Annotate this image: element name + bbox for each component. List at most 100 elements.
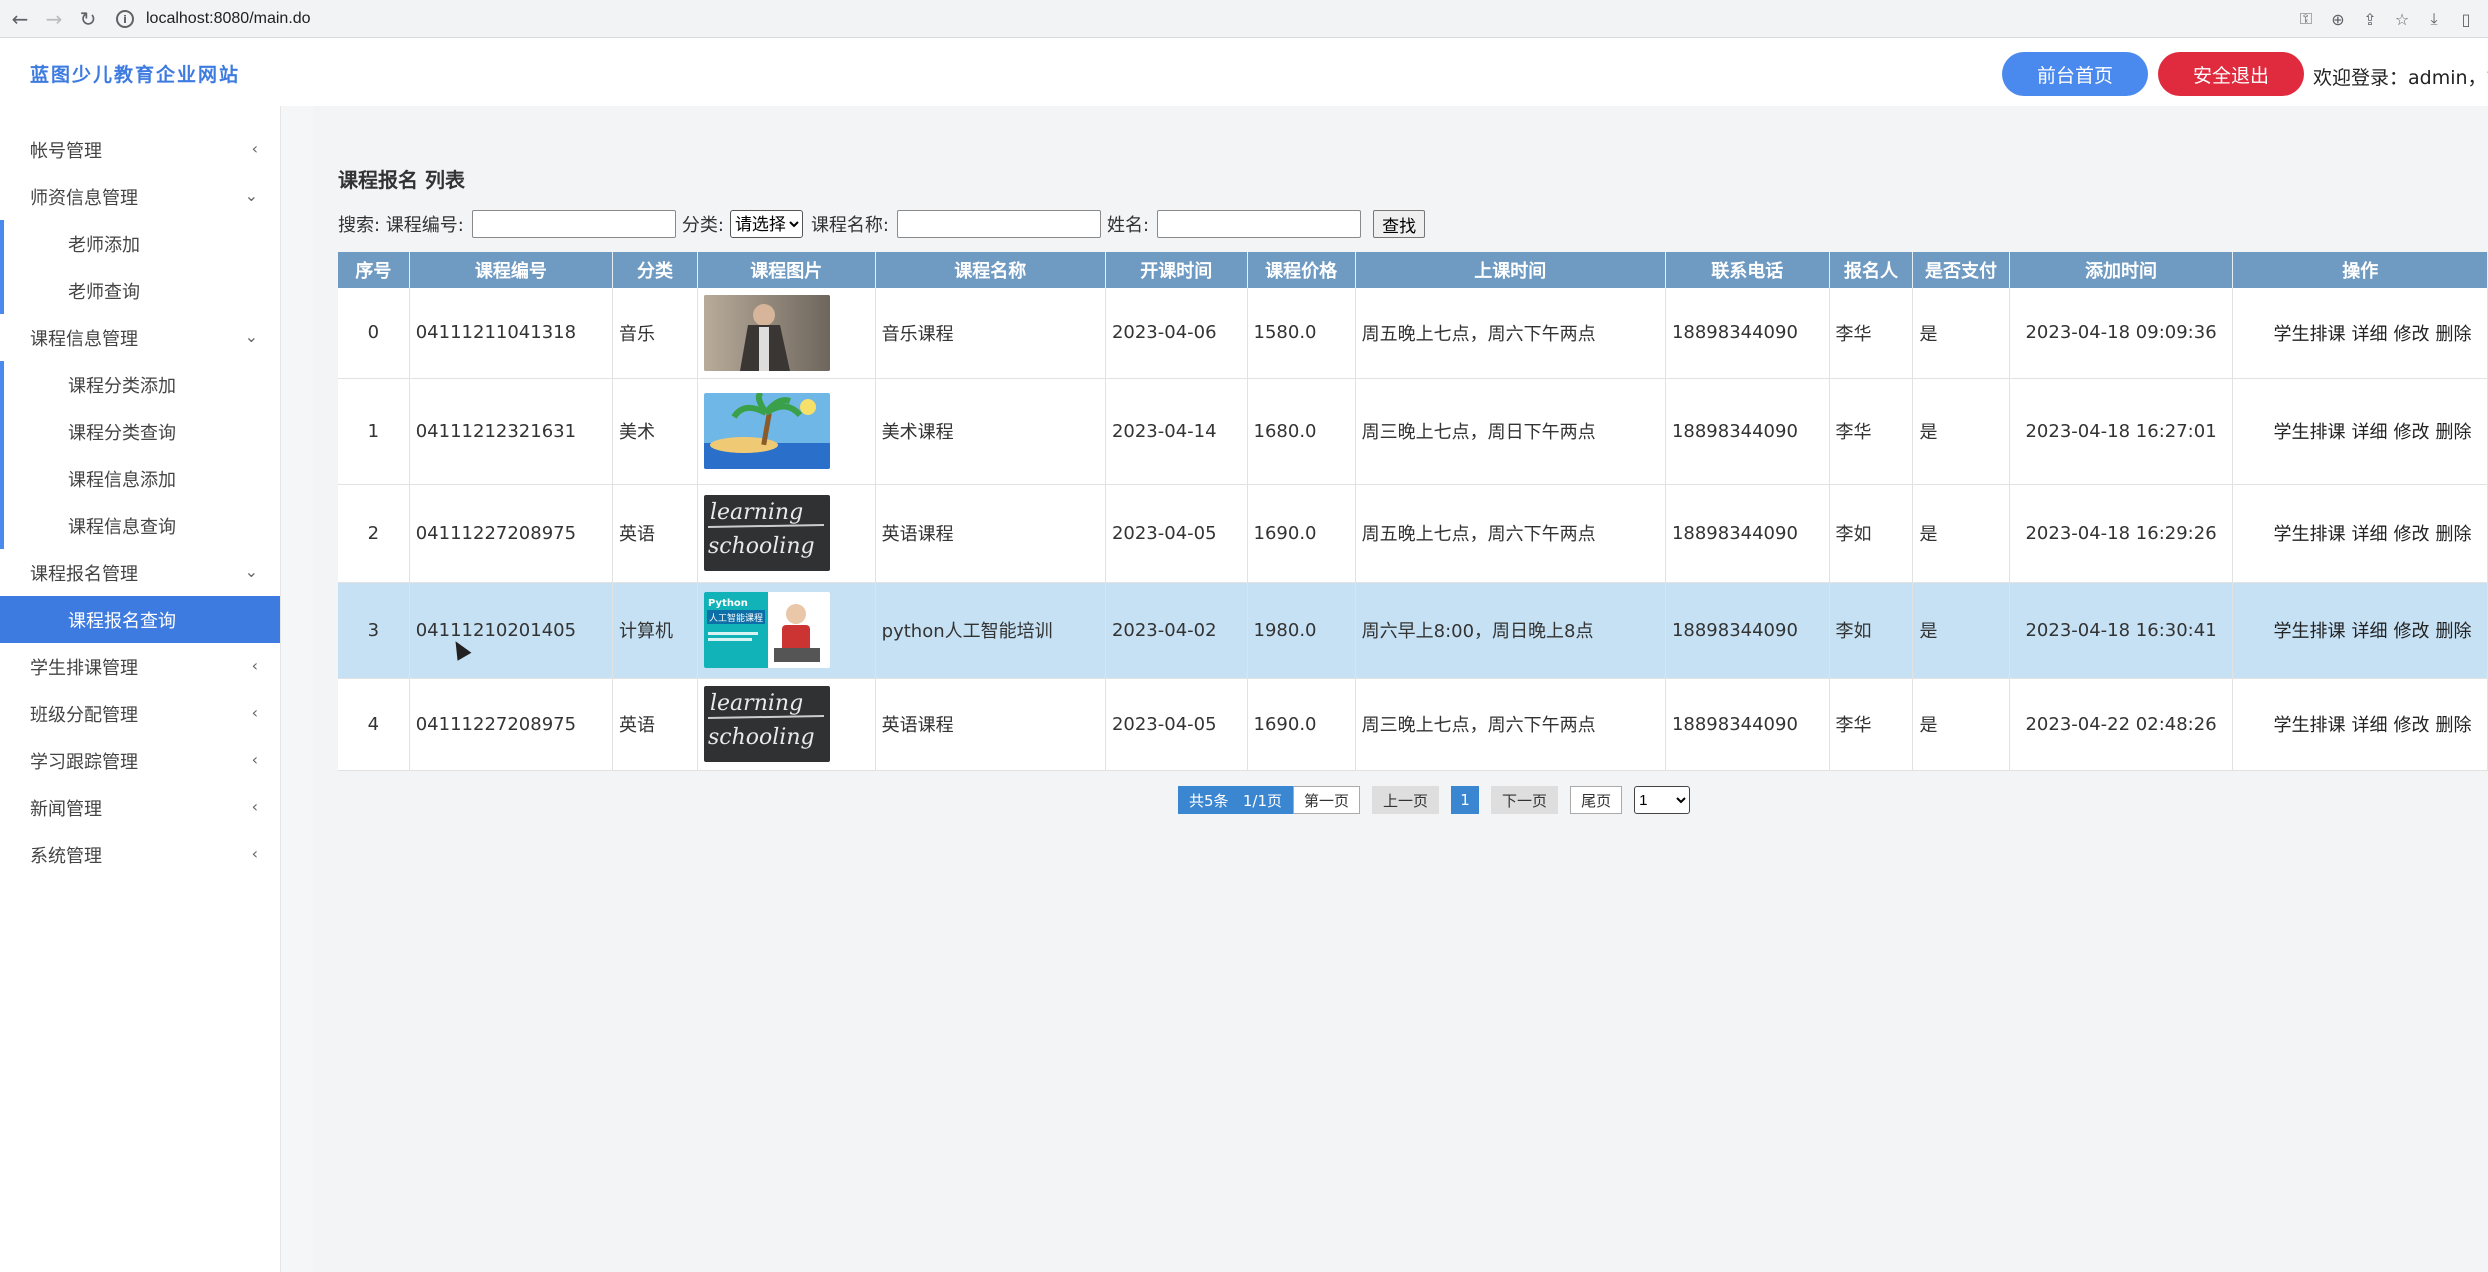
detail-link[interactable]: 详细 (2351, 418, 2387, 444)
col-header[interactable]: 是否支付 (1912, 252, 2010, 288)
detail-link[interactable]: 详细 (2351, 711, 2387, 737)
col-header[interactable]: 课程图片 (697, 252, 876, 288)
cell-paid: 是 (1912, 378, 2010, 485)
page-select[interactable]: 1 (1634, 786, 1691, 814)
thumb-word-learning: learning (710, 500, 803, 525)
col-header[interactable]: 课程名称 (875, 252, 1106, 288)
schedule-link[interactable]: 学生排课 (2273, 520, 2345, 546)
main-content: 课程报名 列表 搜索: 课程编号: 分类: 请选择 课程名称: 姓名: 查找 序… (313, 106, 2488, 1272)
zoom-icon[interactable]: ⊕ (2322, 6, 2354, 32)
edit-link[interactable]: 修改 (2393, 711, 2429, 737)
col-header[interactable]: 分类 (612, 252, 698, 288)
col-header[interactable]: 开课时间 (1105, 252, 1248, 288)
key-icon[interactable]: ⚿ (2290, 6, 2322, 32)
schedule-link[interactable]: 学生排课 (2273, 320, 2345, 346)
sidebar-item-classes[interactable]: 班级分配管理 ‹ (0, 690, 280, 737)
col-header[interactable]: 课程编号 (409, 252, 613, 288)
name-input[interactable] (1157, 210, 1362, 238)
detail-link[interactable]: 详细 (2351, 320, 2387, 346)
sidebar-item-course-add[interactable]: 课程信息添加 (0, 455, 280, 502)
col-header[interactable]: 添加时间 (2009, 252, 2234, 288)
download-icon[interactable]: ⤓ (2418, 6, 2450, 32)
delete-link[interactable]: 删除 (2435, 320, 2471, 346)
col-header[interactable]: 序号 (338, 252, 410, 288)
course-thumbnail[interactable]: Python 人工智能课程 (703, 592, 830, 668)
reload-icon[interactable]: ↻ (74, 5, 102, 33)
logout-button[interactable]: 安全退出 (2158, 52, 2304, 96)
browser-toolbar: ← → ↻ i localhost:8080/main.do ⚿ ⊕ ⇪ ☆ ⤓… (0, 0, 2488, 38)
last-page-button[interactable]: 尾页 (1570, 786, 1623, 814)
cell-course-name: 音乐课程 (875, 288, 1106, 379)
delete-link[interactable]: 删除 (2435, 418, 2471, 444)
address-bar[interactable]: i localhost:8080/main.do (104, 4, 2274, 34)
category-select[interactable]: 请选择 (729, 210, 803, 238)
site-brand[interactable]: 蓝图少儿教育企业网站 (30, 60, 240, 87)
course-thumbnail[interactable] (703, 294, 830, 371)
cell-class-time: 周三晚上七点，周日下午两点 (1355, 378, 1666, 485)
sidebar-item-teacher-query[interactable]: 老师查询 (0, 267, 280, 314)
chevron-down-icon: ⌄ (244, 186, 258, 205)
edit-link[interactable]: 修改 (2393, 617, 2429, 643)
cell-index: 4 (338, 678, 410, 771)
cell-index: 1 (338, 378, 410, 485)
gutter (281, 106, 313, 1272)
table-row: 4 04111227208975 英语 learning schooling 英语课程 20… (338, 678, 2488, 771)
delete-link[interactable]: 删除 (2435, 711, 2471, 737)
sidebar-item-system[interactable]: 系统管理 ‹ (0, 831, 280, 878)
sidebar-item-tracking[interactable]: 学习跟踪管理 ‹ (0, 737, 280, 784)
sidebar-item-teachers[interactable]: 师资信息管理 ⌄ (0, 173, 280, 220)
share-icon[interactable]: ⇪ (2354, 6, 2386, 32)
cell-actions: 学生排课 详细 修改 删除 (2232, 678, 2488, 771)
course-thumbnail[interactable] (703, 393, 830, 469)
welcome-text: 欢迎登录：admin，管 (2313, 67, 2488, 89)
cell-actions: 学生排课 详细 修改 删除 (2232, 288, 2488, 379)
sidebar-item-teacher-add[interactable]: 老师添加 (0, 220, 280, 267)
sidebar-icon[interactable]: ▯ (2450, 6, 2482, 32)
edit-link[interactable]: 修改 (2393, 520, 2429, 546)
sidebar-item-category-add[interactable]: 课程分类添加 (0, 361, 280, 408)
forward-icon[interactable]: → (40, 5, 68, 33)
sidebar-item-category-query[interactable]: 课程分类查询 (0, 408, 280, 455)
sidebar-item-course-query[interactable]: 课程信息查询 (0, 502, 280, 549)
schedule-link[interactable]: 学生排课 (2273, 711, 2345, 737)
edit-link[interactable]: 修改 (2393, 320, 2429, 346)
col-header[interactable]: 报名人 (1829, 252, 1914, 288)
col-header[interactable]: 课程价格 (1247, 252, 1356, 288)
chevron-left-icon: ‹ (251, 139, 258, 158)
prev-page-button[interactable]: 上一页 (1372, 786, 1440, 814)
schedule-link[interactable]: 学生排课 (2273, 617, 2345, 643)
edit-link[interactable]: 修改 (2393, 418, 2429, 444)
chevron-down-icon: ⌄ (244, 327, 258, 346)
sidebar-item-scheduling[interactable]: 学生排课管理 ‹ (0, 643, 280, 690)
back-icon[interactable]: ← (6, 5, 34, 33)
first-page-button[interactable]: 第一页 (1293, 786, 1361, 814)
category-label: 分类: (681, 215, 724, 236)
current-page[interactable]: 1 (1451, 786, 1480, 814)
course-thumbnail[interactable]: learning schooling (703, 686, 830, 762)
sidebar-item-courses[interactable]: 课程信息管理 ⌄ (0, 314, 280, 361)
course-thumbnail[interactable]: learning schooling (703, 495, 830, 571)
url-text[interactable]: localhost:8080/main.do (146, 10, 311, 28)
detail-link[interactable]: 详细 (2351, 520, 2387, 546)
cell-start-date: 2023-04-06 (1105, 288, 1248, 379)
col-header[interactable]: 上课时间 (1355, 252, 1666, 288)
delete-link[interactable]: 删除 (2435, 617, 2471, 643)
delete-link[interactable]: 删除 (2435, 520, 2471, 546)
cell-actions: 学生排课 详细 修改 删除 (2232, 582, 2488, 679)
course-code-input[interactable] (471, 210, 676, 238)
sidebar-item-enrollment[interactable]: 课程报名管理 ⌄ (0, 549, 280, 596)
sidebar-item-enrollment-query[interactable]: 课程报名查询 (0, 596, 280, 643)
schedule-link[interactable]: 学生排课 (2273, 418, 2345, 444)
detail-link[interactable]: 详细 (2351, 617, 2387, 643)
course-name-input[interactable] (897, 210, 1102, 238)
star-icon[interactable]: ☆ (2386, 6, 2418, 32)
search-button[interactable]: 查找 (1373, 210, 1426, 238)
info-icon[interactable]: i (116, 10, 134, 28)
home-button[interactable]: 前台首页 (2002, 52, 2148, 96)
table-header-row: 序号 课程编号 分类 课程图片 课程名称 开课时间 课程价格 上课时间 联系电话… (338, 252, 2488, 288)
col-header[interactable]: 操作 (2232, 252, 2488, 288)
sidebar-item-news[interactable]: 新闻管理 ‹ (0, 784, 280, 831)
sidebar-item-account[interactable]: 帐号管理 ‹ (0, 126, 280, 173)
next-page-button[interactable]: 下一页 (1491, 786, 1559, 814)
col-header[interactable]: 联系电话 (1665, 252, 1830, 288)
